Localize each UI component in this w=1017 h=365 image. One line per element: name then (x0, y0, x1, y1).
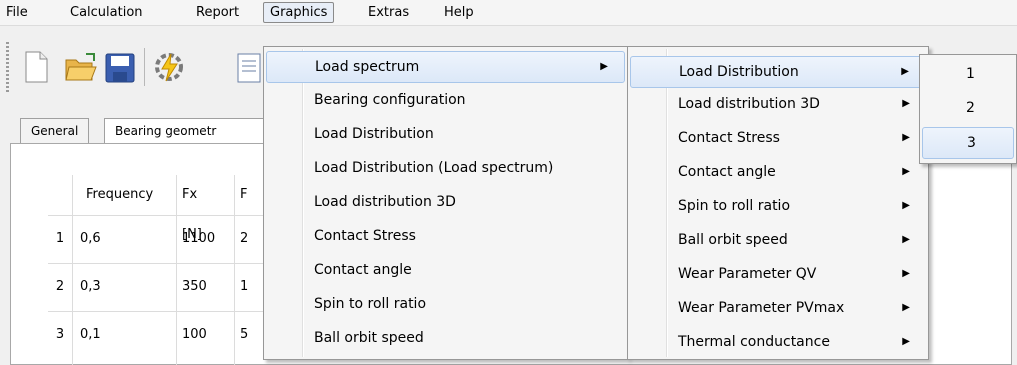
submenu-item-3[interactable]: 3 (922, 127, 1014, 159)
menu-item-load-distribution-spectrum[interactable]: Load Distribution (Load spectrum) (266, 153, 625, 183)
menu-item-load-distribution[interactable]: Load Distribution (266, 119, 625, 149)
submenu-arrow-icon: ▶ (902, 132, 910, 143)
submenu-item-load-distribution-3d[interactable]: Load distribution 3D ▶ (630, 89, 926, 119)
submenu-arrow-icon: ▶ (902, 302, 910, 313)
column-header-frequency[interactable]: Frequency (86, 175, 154, 215)
row-number: 3 (55, 327, 65, 342)
cell-f[interactable]: 5 (240, 311, 248, 359)
submenu-item-contact-stress[interactable]: Contact Stress ▶ (630, 123, 926, 153)
menu-item-ball-orbit-speed[interactable]: Ball orbit speed (266, 323, 625, 353)
row-number: 2 (55, 279, 65, 294)
menu-item-contact-angle[interactable]: Contact angle (266, 255, 625, 285)
menu-item-load-spectrum[interactable]: Load spectrum ▶ (266, 51, 625, 83)
tab-strip: General Bearing geometr (10, 118, 276, 144)
open-folder-icon[interactable] (64, 50, 98, 84)
new-document-icon[interactable] (22, 50, 50, 84)
graphics-menu: Load spectrum ▶ Bearing configuration Lo… (263, 46, 628, 360)
cell-fx[interactable]: 350 (182, 263, 207, 311)
menu-item-contact-stress[interactable]: Contact Stress (266, 221, 625, 251)
submenu-item-2[interactable]: 2 (922, 93, 1014, 123)
submenu-item-wear-parameter-pvmax[interactable]: Wear Parameter PVmax ▶ (630, 293, 926, 323)
submenu-arrow-icon: ▶ (902, 200, 910, 211)
toolbar-separator (144, 48, 145, 86)
menu-bar: File Calculation Report Graphics Extras … (0, 0, 1017, 26)
cell-fx[interactable]: 100 (182, 311, 207, 359)
load-spectrum-submenu: Load Distribution ▶ Load distribution 3D… (627, 46, 929, 360)
tab-general[interactable]: General (20, 118, 90, 143)
submenu-arrow-icon: ▶ (902, 166, 910, 177)
menu-graphics[interactable]: Graphics (263, 2, 335, 23)
submenu-item-1[interactable]: 1 (922, 59, 1014, 89)
submenu-item-ball-orbit-speed[interactable]: Ball orbit speed ▶ (630, 225, 926, 255)
submenu-arrow-icon: ▶ (902, 268, 910, 279)
column-header-fx[interactable]: Fx [N] (182, 175, 202, 242)
cell-fx[interactable]: 1100 (182, 215, 215, 263)
menu-extras[interactable]: Extras (362, 3, 415, 22)
submenu-arrow-icon: ▶ (902, 98, 910, 109)
cell-frequency[interactable]: 0,3 (80, 263, 101, 311)
tab-bearing-geometry[interactable]: Bearing geometr (104, 118, 276, 143)
row-number: 1 (55, 231, 65, 246)
cell-frequency[interactable]: 0,1 (80, 311, 101, 359)
submenu-item-wear-parameter-qv[interactable]: Wear Parameter QV ▶ (630, 259, 926, 289)
submenu-item-thermal-conductance[interactable]: Thermal conductance ▶ (630, 327, 926, 357)
menu-item-bearing-configuration[interactable]: Bearing configuration (266, 85, 625, 115)
submenu-item-contact-angle[interactable]: Contact angle ▶ (630, 157, 926, 187)
save-disk-icon[interactable] (104, 50, 136, 84)
report-icon[interactable] (234, 50, 264, 84)
menu-item-spin-to-roll-ratio[interactable]: Spin to roll ratio (266, 289, 625, 319)
submenu-arrow-icon: ▶ (600, 61, 608, 72)
submenu-item-load-distribution[interactable]: Load Distribution ▶ (630, 56, 926, 88)
menu-help[interactable]: Help (438, 3, 480, 22)
calculate-lightning-icon[interactable] (152, 50, 186, 84)
submenu-arrow-icon: ▶ (901, 66, 909, 77)
submenu-arrow-icon: ▶ (902, 336, 910, 347)
column-header-f[interactable]: F (240, 175, 248, 215)
toolbar-grip[interactable] (6, 42, 9, 92)
submenu-arrow-icon: ▶ (902, 234, 910, 245)
menu-file[interactable]: File (0, 3, 34, 22)
menu-calculation[interactable]: Calculation (64, 3, 149, 22)
cell-frequency[interactable]: 0,6 (80, 215, 101, 263)
menu-report[interactable]: Report (190, 3, 245, 22)
load-distribution-submenu: 1 2 3 (919, 54, 1017, 164)
cell-f[interactable]: 1 (240, 263, 248, 311)
menu-item-load-distribution-3d[interactable]: Load distribution 3D (266, 187, 625, 217)
submenu-item-spin-to-roll-ratio[interactable]: Spin to roll ratio ▶ (630, 191, 926, 221)
cell-f[interactable]: 2 (240, 215, 248, 263)
